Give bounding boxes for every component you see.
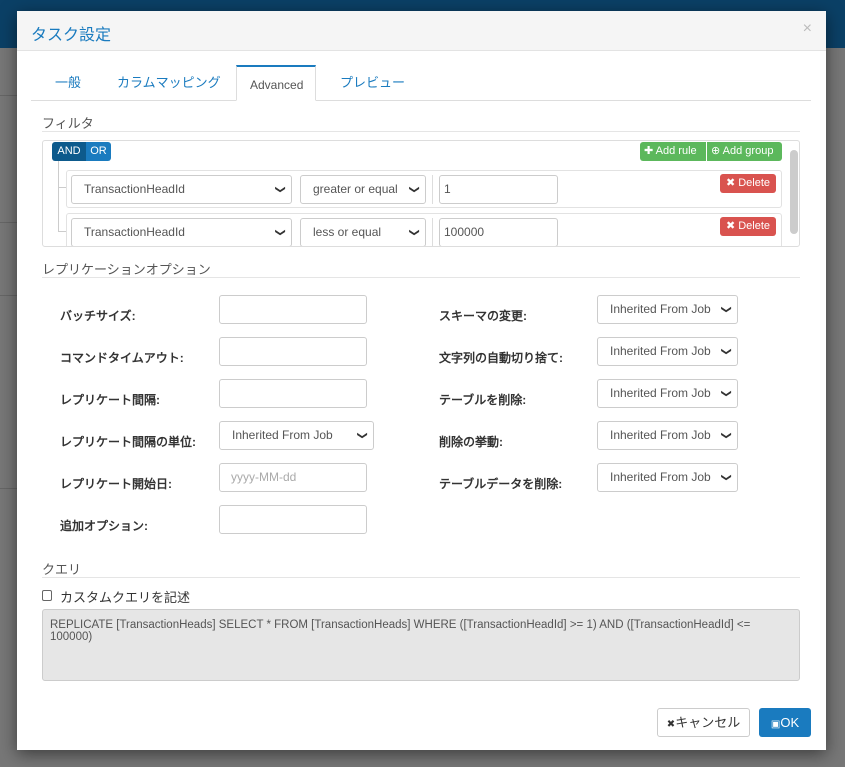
additional-options-label: 追加オプション:: [60, 519, 148, 533]
custom-query-checkbox[interactable]: [42, 590, 52, 601]
start-date-label: レプリケート開始日:: [60, 477, 172, 491]
filter-rule: TransactionHeadId ❯ greater or equal ❯ 1 ✖…: [66, 170, 782, 208]
modal-title: タスク設定: [31, 27, 112, 44]
truncate-table-label: テーブルデータを削除:: [439, 477, 563, 491]
divider: [432, 175, 433, 204]
value-input[interactable]: 1: [439, 175, 558, 204]
task-settings-modal: タスク設定 × 一般 カラムマッピング Advanced プレビュー フィルタ …: [17, 11, 826, 750]
delete-rule-button[interactable]: ✖ Delete: [720, 174, 776, 193]
tab-preview[interactable]: プレビュー: [336, 65, 409, 101]
tab-advanced[interactable]: Advanced: [236, 65, 316, 101]
value-input[interactable]: 100000: [439, 218, 558, 246]
replicate-interval-label: レプリケート間隔:: [60, 393, 160, 407]
drop-table-select[interactable]: Inherited From Job ❯: [597, 379, 738, 408]
additional-options-input[interactable]: [219, 505, 367, 534]
close-icon: ✖: [725, 220, 739, 232]
background-divider: [0, 222, 17, 223]
chevron-down-icon: ❯: [720, 473, 732, 482]
divider: [42, 277, 800, 278]
batch-size-input[interactable]: [219, 295, 367, 324]
query-builder: AND OR ✚ Add rule ⊕ Add group Transactio…: [42, 140, 800, 247]
and-button[interactable]: AND: [52, 142, 86, 161]
chevron-down-icon: ❯: [408, 228, 420, 237]
chevron-down-icon: ❯: [720, 389, 732, 398]
delete-behavior-select[interactable]: Inherited From Job ❯: [597, 421, 738, 450]
replicate-interval-input[interactable]: [219, 379, 367, 408]
modal-header: タスク設定 ×: [17, 11, 826, 51]
or-button[interactable]: OR: [86, 142, 111, 161]
interval-unit-label: レプリケート間隔の単位:: [60, 435, 196, 449]
replication-section-title: レプリケーションオプション: [42, 262, 211, 277]
tree-connector: [58, 161, 66, 188]
tree-connector: [58, 188, 66, 232]
chevron-down-icon: ❯: [356, 431, 368, 440]
filter-section-title: フィルタ: [42, 116, 94, 131]
close-icon[interactable]: ×: [803, 20, 812, 38]
background-divider: [0, 95, 17, 96]
plus-circle-icon: ⊕: [711, 145, 723, 157]
scrollbar[interactable]: [790, 150, 798, 234]
tab-general[interactable]: 一般: [51, 65, 85, 101]
tab-column-mapping[interactable]: カラムマッピング: [113, 65, 225, 101]
chevron-down-icon: ❯: [274, 185, 286, 194]
chevron-down-icon: ❯: [408, 185, 420, 194]
filter-rule: TransactionHeadId ❯ less or equal ❯ 100000…: [66, 213, 782, 246]
schema-change-select[interactable]: Inherited From Job ❯: [597, 295, 738, 324]
cancel-button[interactable]: ✖キャンセル: [657, 708, 750, 737]
query-section-title: クエリ: [42, 562, 82, 577]
divider: [42, 577, 800, 578]
add-rule-button[interactable]: ✚ Add rule: [640, 142, 706, 161]
delete-behavior-label: 削除の挙動:: [439, 435, 503, 449]
ok-button[interactable]: ▣OK: [759, 708, 811, 737]
field-select[interactable]: TransactionHeadId ❯: [71, 218, 292, 246]
background-divider: [0, 488, 17, 489]
divider: [432, 218, 433, 246]
save-icon: ▣: [770, 719, 781, 730]
background-divider: [0, 295, 17, 296]
truncate-strings-select[interactable]: Inherited From Job ❯: [597, 337, 738, 366]
operator-select[interactable]: less or equal ❯: [300, 218, 426, 246]
field-select[interactable]: TransactionHeadId ❯: [71, 175, 292, 204]
close-icon: ✖: [666, 719, 676, 730]
command-timeout-input[interactable]: [219, 337, 367, 366]
schema-change-label: スキーマの変更:: [439, 309, 527, 323]
operator-select[interactable]: greater or equal ❯: [300, 175, 426, 204]
interval-unit-select[interactable]: Inherited From Job ❯: [219, 421, 374, 450]
query-textarea[interactable]: REPLICATE [TransactionHeads] SELECT * FR…: [42, 609, 800, 681]
delete-rule-button[interactable]: ✖ Delete: [720, 217, 776, 236]
truncate-strings-label: 文字列の自動切り捨て:: [439, 351, 563, 365]
batch-size-label: バッチサイズ:: [60, 309, 136, 323]
chevron-down-icon: ❯: [720, 431, 732, 440]
chevron-down-icon: ❯: [274, 228, 286, 237]
divider: [42, 131, 800, 132]
add-group-button[interactable]: ⊕ Add group: [707, 142, 782, 161]
chevron-down-icon: ❯: [720, 347, 732, 356]
drop-table-label: テーブルを削除:: [439, 393, 527, 407]
chevron-down-icon: ❯: [720, 305, 732, 314]
truncate-table-select[interactable]: Inherited From Job ❯: [597, 463, 738, 492]
close-icon: ✖: [725, 177, 739, 189]
command-timeout-label: コマンドタイムアウト:: [60, 351, 184, 365]
plus-icon: ✚: [644, 145, 656, 157]
custom-query-label: カスタムクエリを記述: [60, 590, 191, 605]
start-date-input[interactable]: yyyy-MM-dd: [219, 463, 367, 492]
